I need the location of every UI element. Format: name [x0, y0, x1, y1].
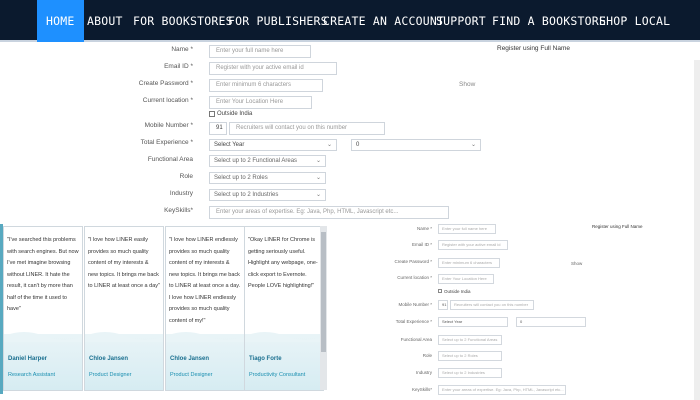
experience-month-value: 0 — [356, 142, 360, 148]
mini-mobile-input[interactable]: Recruiters will contact you on this numb… — [450, 300, 534, 310]
mobile-input[interactable]: Recruiters will contact you on this numb… — [229, 122, 385, 135]
chevron-down-icon: ⌄ — [470, 142, 476, 148]
outside-india-label: Outside India — [217, 111, 253, 117]
functional-area-label: Functional Area — [147, 156, 193, 163]
mini-email-input[interactable]: Register with your active email id — [438, 240, 508, 250]
functional-area-select[interactable]: Select up to 2 Functional Areas ⌄ — [209, 155, 326, 167]
top-navigation: HOME ABOUT FOR BOOKSTORES FOR PUBLISHERS… — [0, 0, 700, 42]
name-input[interactable]: Enter your full name here — [209, 45, 311, 58]
testimonial-role: Research Assistant — [8, 372, 56, 378]
register-fullname-note: Register using Full Name — [497, 45, 570, 52]
testimonial-name: Chloe Jansen — [89, 356, 129, 362]
mini-location-label: Current location * — [397, 275, 432, 280]
mini-industry-select[interactable]: Select up to 2 Industries — [438, 368, 502, 378]
mini-email-label: Email ID * — [411, 242, 432, 247]
nav-shop-local[interactable]: SHOP LOCAL — [599, 0, 670, 42]
mini-name-label: Name * — [416, 226, 432, 231]
experience-year-select[interactable]: Select Year ⌄ — [209, 139, 337, 151]
mini-mobile-code[interactable]: 91 — [438, 300, 448, 310]
nav-home[interactable]: HOME — [37, 0, 84, 42]
testimonial-role: Productivity Consultant — [249, 372, 306, 378]
testimonial-quote: "Okay LINER for Chrome is getting seriou… — [248, 237, 318, 289]
mini-password-input[interactable]: Enter minimum 6 characters — [438, 258, 500, 268]
nav-support[interactable]: SUPPORT — [436, 0, 486, 42]
mini-experience-month[interactable]: 0 — [516, 317, 586, 327]
mini-industry-label: Industry — [415, 370, 432, 375]
outside-india-checkbox[interactable] — [209, 111, 215, 117]
testimonial-card: "Okay LINER for Chrome is getting seriou… — [244, 226, 324, 391]
experience-label: Total Experience * — [140, 139, 193, 146]
mini-register-fullname: Register using Full Name — [592, 224, 643, 229]
keyskills-input[interactable]: Enter your areas of expertise. Eg: Java,… — [209, 206, 449, 219]
chevron-down-icon: ⌄ — [315, 192, 321, 198]
email-label: Email ID * — [164, 63, 193, 70]
card-wave-decoration — [4, 332, 82, 390]
role-value: Select up to 2 Roles — [214, 175, 268, 181]
mobile-country-code[interactable]: 91 — [209, 122, 227, 135]
mini-name-input[interactable]: Enter your full name here — [438, 224, 496, 234]
location-input[interactable]: Enter Your Location Here — [209, 96, 312, 109]
location-label: Current location * — [142, 97, 193, 104]
mini-keyskills-label: KeySkills* — [411, 387, 432, 392]
chevron-down-icon: ⌄ — [326, 142, 332, 148]
card-wave-decoration — [85, 332, 163, 390]
experience-year-value: Select Year — [214, 142, 245, 148]
testimonial-role: Product Designer — [89, 372, 132, 378]
testimonial-quote: "I love how LINER endlessly provides so … — [169, 237, 241, 324]
industry-value: Select up to 2 Industries — [214, 192, 279, 198]
email-input[interactable]: Register with your active email id — [209, 62, 337, 75]
functional-area-value: Select up to 2 Functional Areas — [214, 158, 298, 164]
testimonial-name: Chloe Jansen — [170, 356, 210, 362]
name-label: Name * — [171, 46, 193, 53]
show-password-toggle[interactable]: Show — [459, 81, 475, 88]
nav-for-publishers[interactable]: FOR PUBLISHERS — [228, 0, 328, 42]
experience-month-select[interactable]: 0 ⌄ — [351, 139, 481, 151]
mini-role-select[interactable]: Select up to 2 Roles — [438, 351, 502, 361]
page-scrollbar[interactable] — [694, 60, 700, 400]
testimonial-role: Product Designer — [170, 372, 213, 378]
testimonial-quote: "I've searched this problems with search… — [7, 237, 79, 312]
mini-outside-india-checkbox[interactable] — [438, 289, 442, 293]
mobile-label: Mobile Number * — [144, 122, 193, 129]
card-wave-decoration — [166, 332, 244, 390]
nav-find-bookstore[interactable]: FIND A BOOKSTORE — [492, 0, 606, 42]
mini-password-label: Create Password * — [394, 259, 432, 264]
mini-mobile-label: Mobile Number * — [398, 302, 432, 307]
mini-role-label: Role — [422, 353, 432, 358]
testimonial-name: Tiago Forte — [249, 356, 282, 362]
chevron-down-icon: ⌄ — [315, 158, 321, 164]
mini-location-input[interactable]: Enter Your Location Here — [438, 274, 494, 284]
mini-functional-label: Functional Area — [400, 337, 432, 342]
password-input[interactable]: Enter minimum 6 characters — [209, 79, 323, 92]
keyskills-label: KeySkills* — [164, 207, 193, 214]
testimonial-card: "I love how LINER easily provides so muc… — [84, 226, 164, 391]
mini-keyskills-input[interactable]: Enter your areas of expertise. Eg: Java,… — [438, 385, 566, 395]
mini-experience-year[interactable]: Select Year — [438, 317, 508, 327]
testimonial-card: "I love how LINER endlessly provides so … — [165, 226, 245, 391]
mini-outside-india-label: Outside India — [444, 289, 471, 294]
scrollbar-thumb[interactable] — [321, 232, 326, 352]
card-wave-decoration — [245, 332, 323, 390]
testimonial-quote: "I love how LINER easily provides so muc… — [88, 237, 160, 289]
role-label: Role — [179, 173, 193, 180]
nav-for-bookstores[interactable]: FOR BOOKSTORES — [133, 0, 233, 42]
password-label: Create Password * — [138, 80, 193, 87]
industry-label: Industry — [169, 190, 193, 197]
testimonial-name: Daniel Harper — [8, 356, 48, 362]
testimonial-card: "I've searched this problems with search… — [3, 226, 83, 391]
role-select[interactable]: Select up to 2 Roles ⌄ — [209, 172, 326, 184]
mini-experience-label: Total Experience * — [395, 319, 432, 324]
nav-about[interactable]: ABOUT — [87, 0, 123, 42]
testimonials-scrollbar[interactable] — [320, 226, 327, 390]
chevron-down-icon: ⌄ — [315, 175, 321, 181]
industry-select[interactable]: Select up to 2 Industries ⌄ — [209, 189, 326, 201]
mini-functional-select[interactable]: Select up to 2 Functional Areas — [438, 335, 502, 345]
mini-show-toggle[interactable]: Show — [571, 261, 582, 266]
nav-create-account[interactable]: CREATE AN ACCOUNT — [323, 0, 444, 42]
